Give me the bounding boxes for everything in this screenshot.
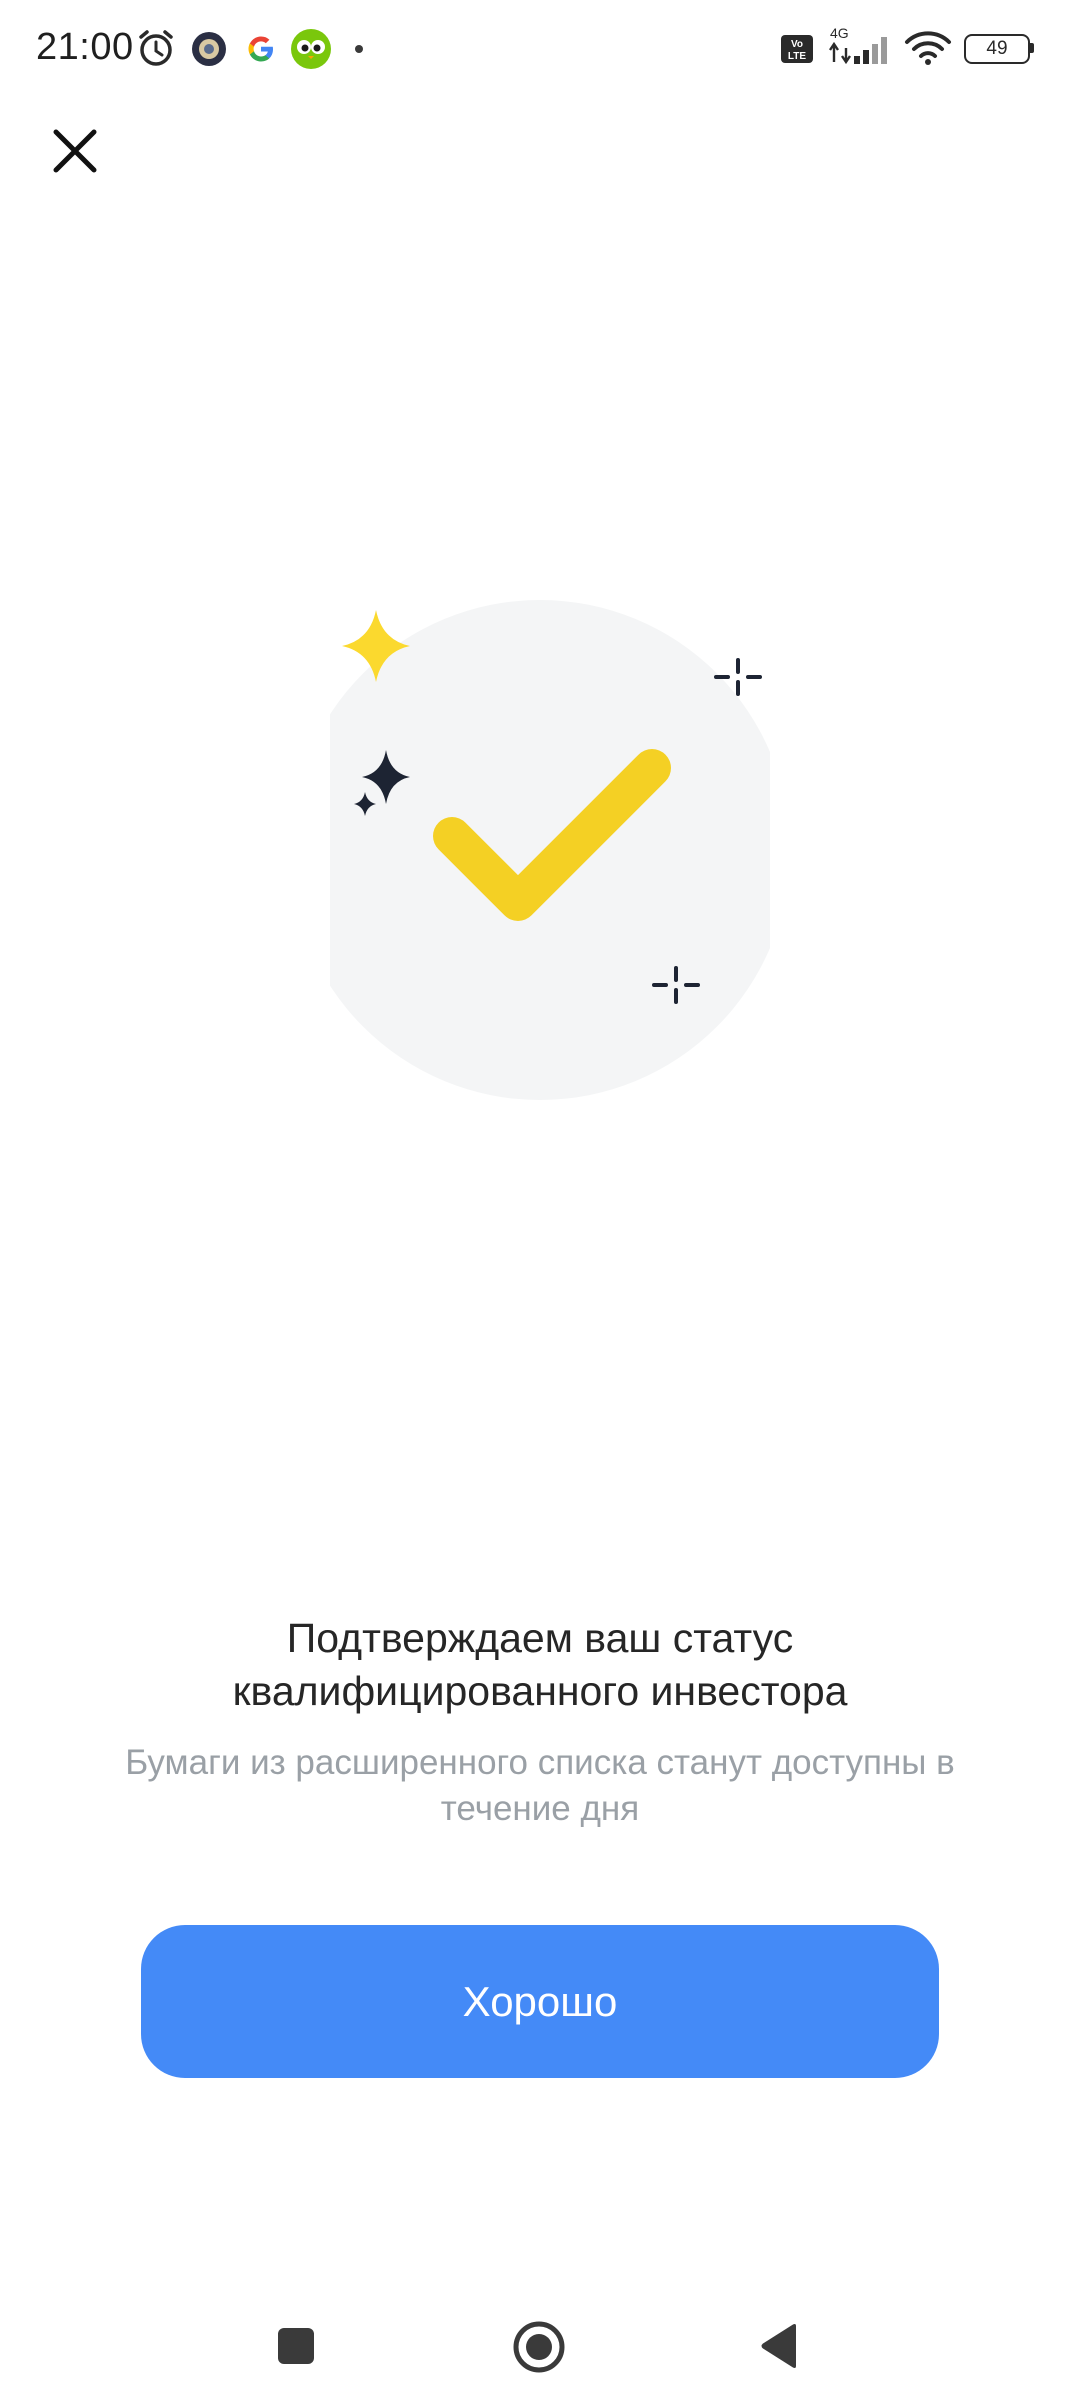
- close-icon[interactable]: [46, 122, 104, 180]
- svg-text:Vo: Vo: [791, 39, 803, 50]
- duolingo-icon: [291, 29, 331, 69]
- app-notification-icon: [192, 32, 226, 66]
- success-illustration: [330, 600, 770, 1100]
- status-time: 21:00: [36, 26, 134, 68]
- confirm-button[interactable]: Хорошо: [141, 1925, 939, 2078]
- status-bar: 21:00 Vo LTE 4G 49: [0, 0, 1080, 96]
- signal-icon: 4G: [829, 26, 887, 65]
- page-subtitle: Бумаги из расширенного списка станут дос…: [125, 1743, 955, 1828]
- back-icon[interactable]: [758, 2322, 800, 2370]
- battery-icon: 49: [964, 34, 1036, 64]
- wifi-icon: [905, 31, 951, 65]
- home-icon[interactable]: [512, 2320, 566, 2374]
- recents-icon[interactable]: [276, 2326, 316, 2366]
- network-type-label: 4G: [830, 26, 849, 41]
- google-icon: [248, 36, 273, 62]
- volte-icon: Vo LTE: [781, 35, 813, 63]
- svg-text:LTE: LTE: [788, 51, 806, 62]
- alarm-icon: [139, 30, 173, 66]
- page-title: Подтверждаем ваш статус квалифицированно…: [232, 1615, 848, 1714]
- battery-level: 49: [964, 34, 1030, 64]
- more-dot-icon: [355, 45, 363, 53]
